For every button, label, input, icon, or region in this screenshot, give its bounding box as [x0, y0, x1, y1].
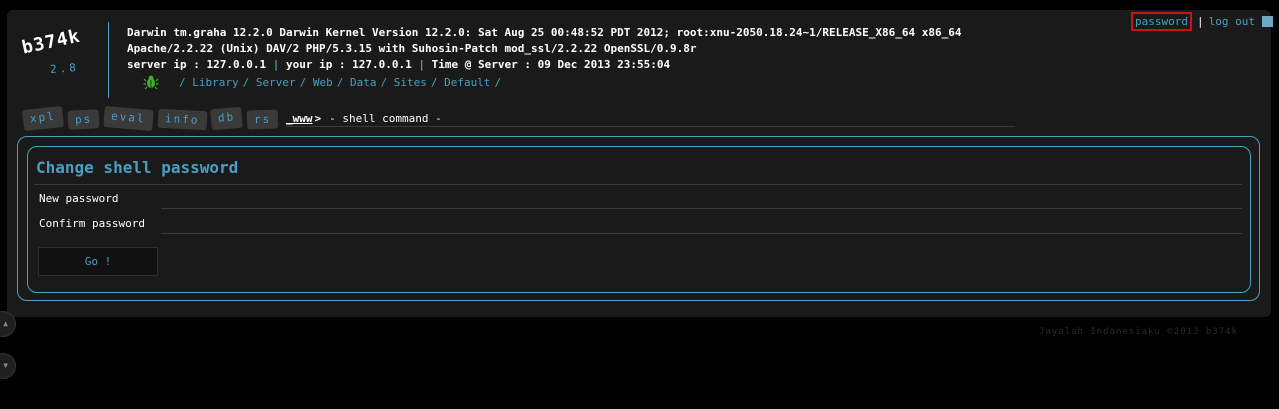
- server-ip: server ip : 127.0.0.1: [127, 58, 267, 71]
- tab-info[interactable]: info: [157, 108, 207, 131]
- bug-icon: [143, 75, 159, 90]
- tab-db[interactable]: db: [210, 106, 244, 131]
- arrow-up-icon: ▴: [2, 316, 10, 330]
- path-segment-server[interactable]: / Server: [243, 76, 296, 89]
- tab-rs[interactable]: rs: [247, 109, 279, 130]
- menu-tabs: xpl ps eval info db rs: [22, 105, 279, 132]
- header-divider: [108, 22, 109, 98]
- path-segment-data[interactable]: / Data: [337, 76, 377, 89]
- form-title: Change shell password: [36, 158, 239, 177]
- shell-command-input[interactable]: [329, 111, 1015, 125]
- confirm-password-input[interactable]: [161, 213, 1242, 234]
- title-divider: [34, 184, 1242, 185]
- confirm-password-label: Confirm password: [39, 217, 145, 230]
- new-password-input[interactable]: [161, 188, 1242, 209]
- server-time: Time @ Server : 09 Dec 2013 23:55:04: [431, 58, 671, 71]
- tab-xpl[interactable]: xpl: [22, 105, 64, 132]
- prompt-arrow: >: [314, 111, 322, 125]
- square-icon[interactable]: [1261, 16, 1273, 27]
- tab-ps[interactable]: ps: [67, 109, 100, 130]
- system-info: Darwin tm.graha 12.2.0 Darwin Kernel Ver…: [127, 25, 961, 73]
- command-bar: _www >: [286, 110, 1015, 127]
- path-segment-library[interactable]: / Library: [179, 76, 239, 89]
- kernel-info: Darwin tm.graha 12.2.0 Darwin Kernel Ver…: [127, 26, 962, 39]
- scroll-down-button[interactable]: ▾: [0, 353, 16, 379]
- tab-eval[interactable]: eval: [103, 105, 154, 132]
- shell-user-prompt: _www: [286, 111, 313, 125]
- path-segment-end[interactable]: /: [494, 76, 501, 89]
- path-segment-sites[interactable]: / Sites: [380, 76, 426, 89]
- top-right-menu: password | log out: [1131, 12, 1273, 31]
- path-segment-default[interactable]: / Default: [431, 76, 491, 89]
- password-link[interactable]: password: [1131, 12, 1192, 31]
- logo-version: 2.8: [49, 61, 80, 76]
- path-breadcrumb: / Library / Server / Web / Data / Sites …: [143, 74, 501, 90]
- arrow-down-icon: ▾: [2, 358, 10, 372]
- menu-separator: |: [1196, 15, 1204, 28]
- logout-link[interactable]: log out: [1209, 15, 1255, 28]
- path-segment-web[interactable]: / Web: [300, 76, 333, 89]
- info-separator: |: [272, 58, 280, 71]
- client-ip: your ip : 127.0.0.1: [285, 58, 412, 71]
- server-software-info: Apache/2.2.22 (Unix) DAV/2 PHP/5.3.15 wi…: [127, 42, 697, 55]
- footer-credit: Jayalah Indonesiaku ©2013 b374k: [1039, 327, 1238, 337]
- info-separator: |: [418, 58, 426, 71]
- submit-button[interactable]: Go !: [38, 247, 158, 276]
- new-password-label: New password: [39, 192, 119, 205]
